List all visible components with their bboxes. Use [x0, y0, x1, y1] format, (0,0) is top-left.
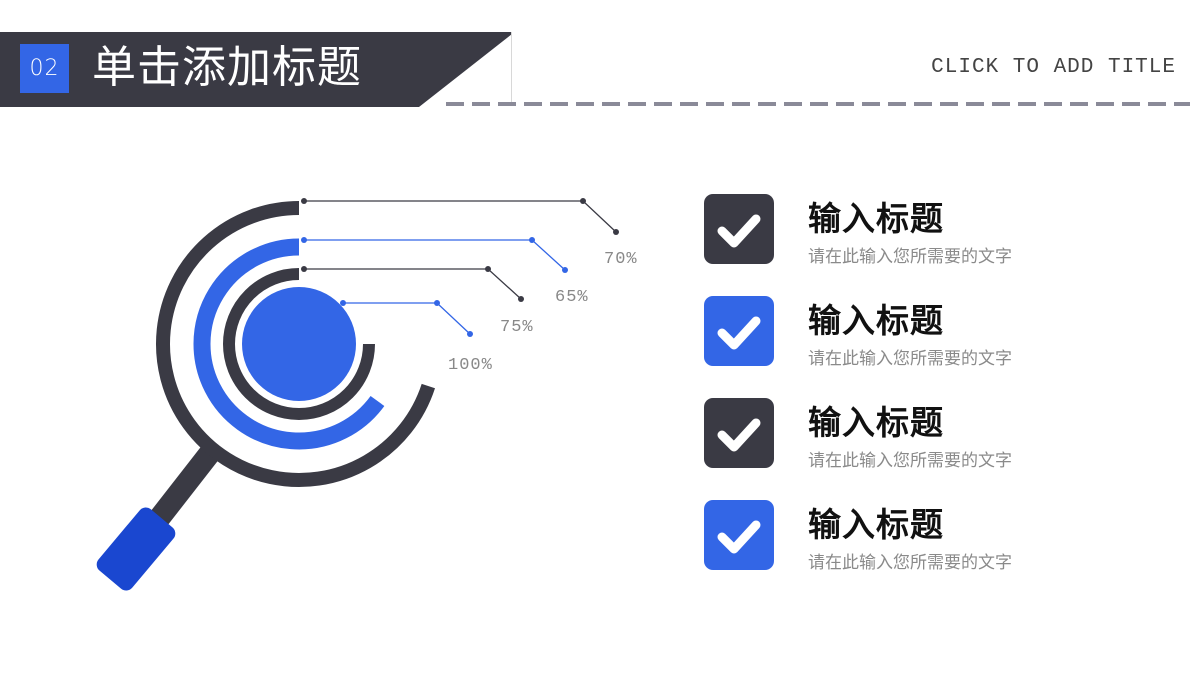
leader-line-70pct: [301, 198, 619, 235]
leader-dot: [518, 296, 524, 302]
checkbox[interactable]: [704, 194, 774, 264]
item-description[interactable]: 请在此输入您所需要的文字: [808, 446, 1012, 471]
list-item: 输入标题 请在此输入您所需要的文字: [704, 498, 1104, 573]
checkbox[interactable]: [704, 398, 774, 468]
checkbox[interactable]: [704, 500, 774, 570]
value-label-100: 100%: [448, 356, 493, 375]
leader-line-65pct: [301, 237, 568, 273]
leader-dot: [434, 300, 440, 306]
item-description[interactable]: 请在此输入您所需要的文字: [808, 344, 1012, 369]
list-item: 输入标题 请在此输入您所需要的文字: [704, 192, 1104, 267]
leader-dot: [562, 267, 568, 273]
leader-dot: [301, 198, 307, 204]
list-item: 输入标题 请在此输入您所需要的文字: [704, 396, 1104, 471]
magnifier-handle: [96, 446, 219, 591]
check-icon: [717, 418, 761, 452]
check-icon: [717, 214, 761, 248]
item-title[interactable]: 输入标题: [808, 192, 944, 240]
leader-dot: [340, 300, 346, 306]
center-circle: [242, 287, 356, 401]
leader-dot: [485, 266, 491, 272]
check-icon: [717, 316, 761, 350]
checkbox[interactable]: [704, 296, 774, 366]
leader-dot: [301, 237, 307, 243]
value-label-75: 75%: [500, 318, 534, 337]
leader-dot: [529, 237, 535, 243]
leader-dot: [580, 198, 586, 204]
leader-line-100pct: [340, 300, 473, 337]
magnifier-chart: 70% 65% 75% 100%: [96, 198, 638, 591]
leader-dot: [467, 331, 473, 337]
item-title[interactable]: 输入标题: [808, 396, 944, 444]
value-label-65: 65%: [555, 288, 589, 307]
item-description[interactable]: 请在此输入您所需要的文字: [808, 242, 1012, 267]
leader-dot: [613, 229, 619, 235]
leader-line-75pct: [301, 266, 524, 302]
page-subtitle[interactable]: CLICK TO ADD TITLE: [931, 56, 1176, 79]
item-description[interactable]: 请在此输入您所需要的文字: [808, 548, 1012, 573]
list-item: 输入标题 请在此输入您所需要的文字: [704, 294, 1104, 369]
item-title[interactable]: 输入标题: [808, 498, 944, 546]
value-label-70: 70%: [604, 250, 638, 269]
item-title[interactable]: 输入标题: [808, 294, 944, 342]
leader-dot: [301, 266, 307, 272]
check-icon: [717, 520, 761, 554]
